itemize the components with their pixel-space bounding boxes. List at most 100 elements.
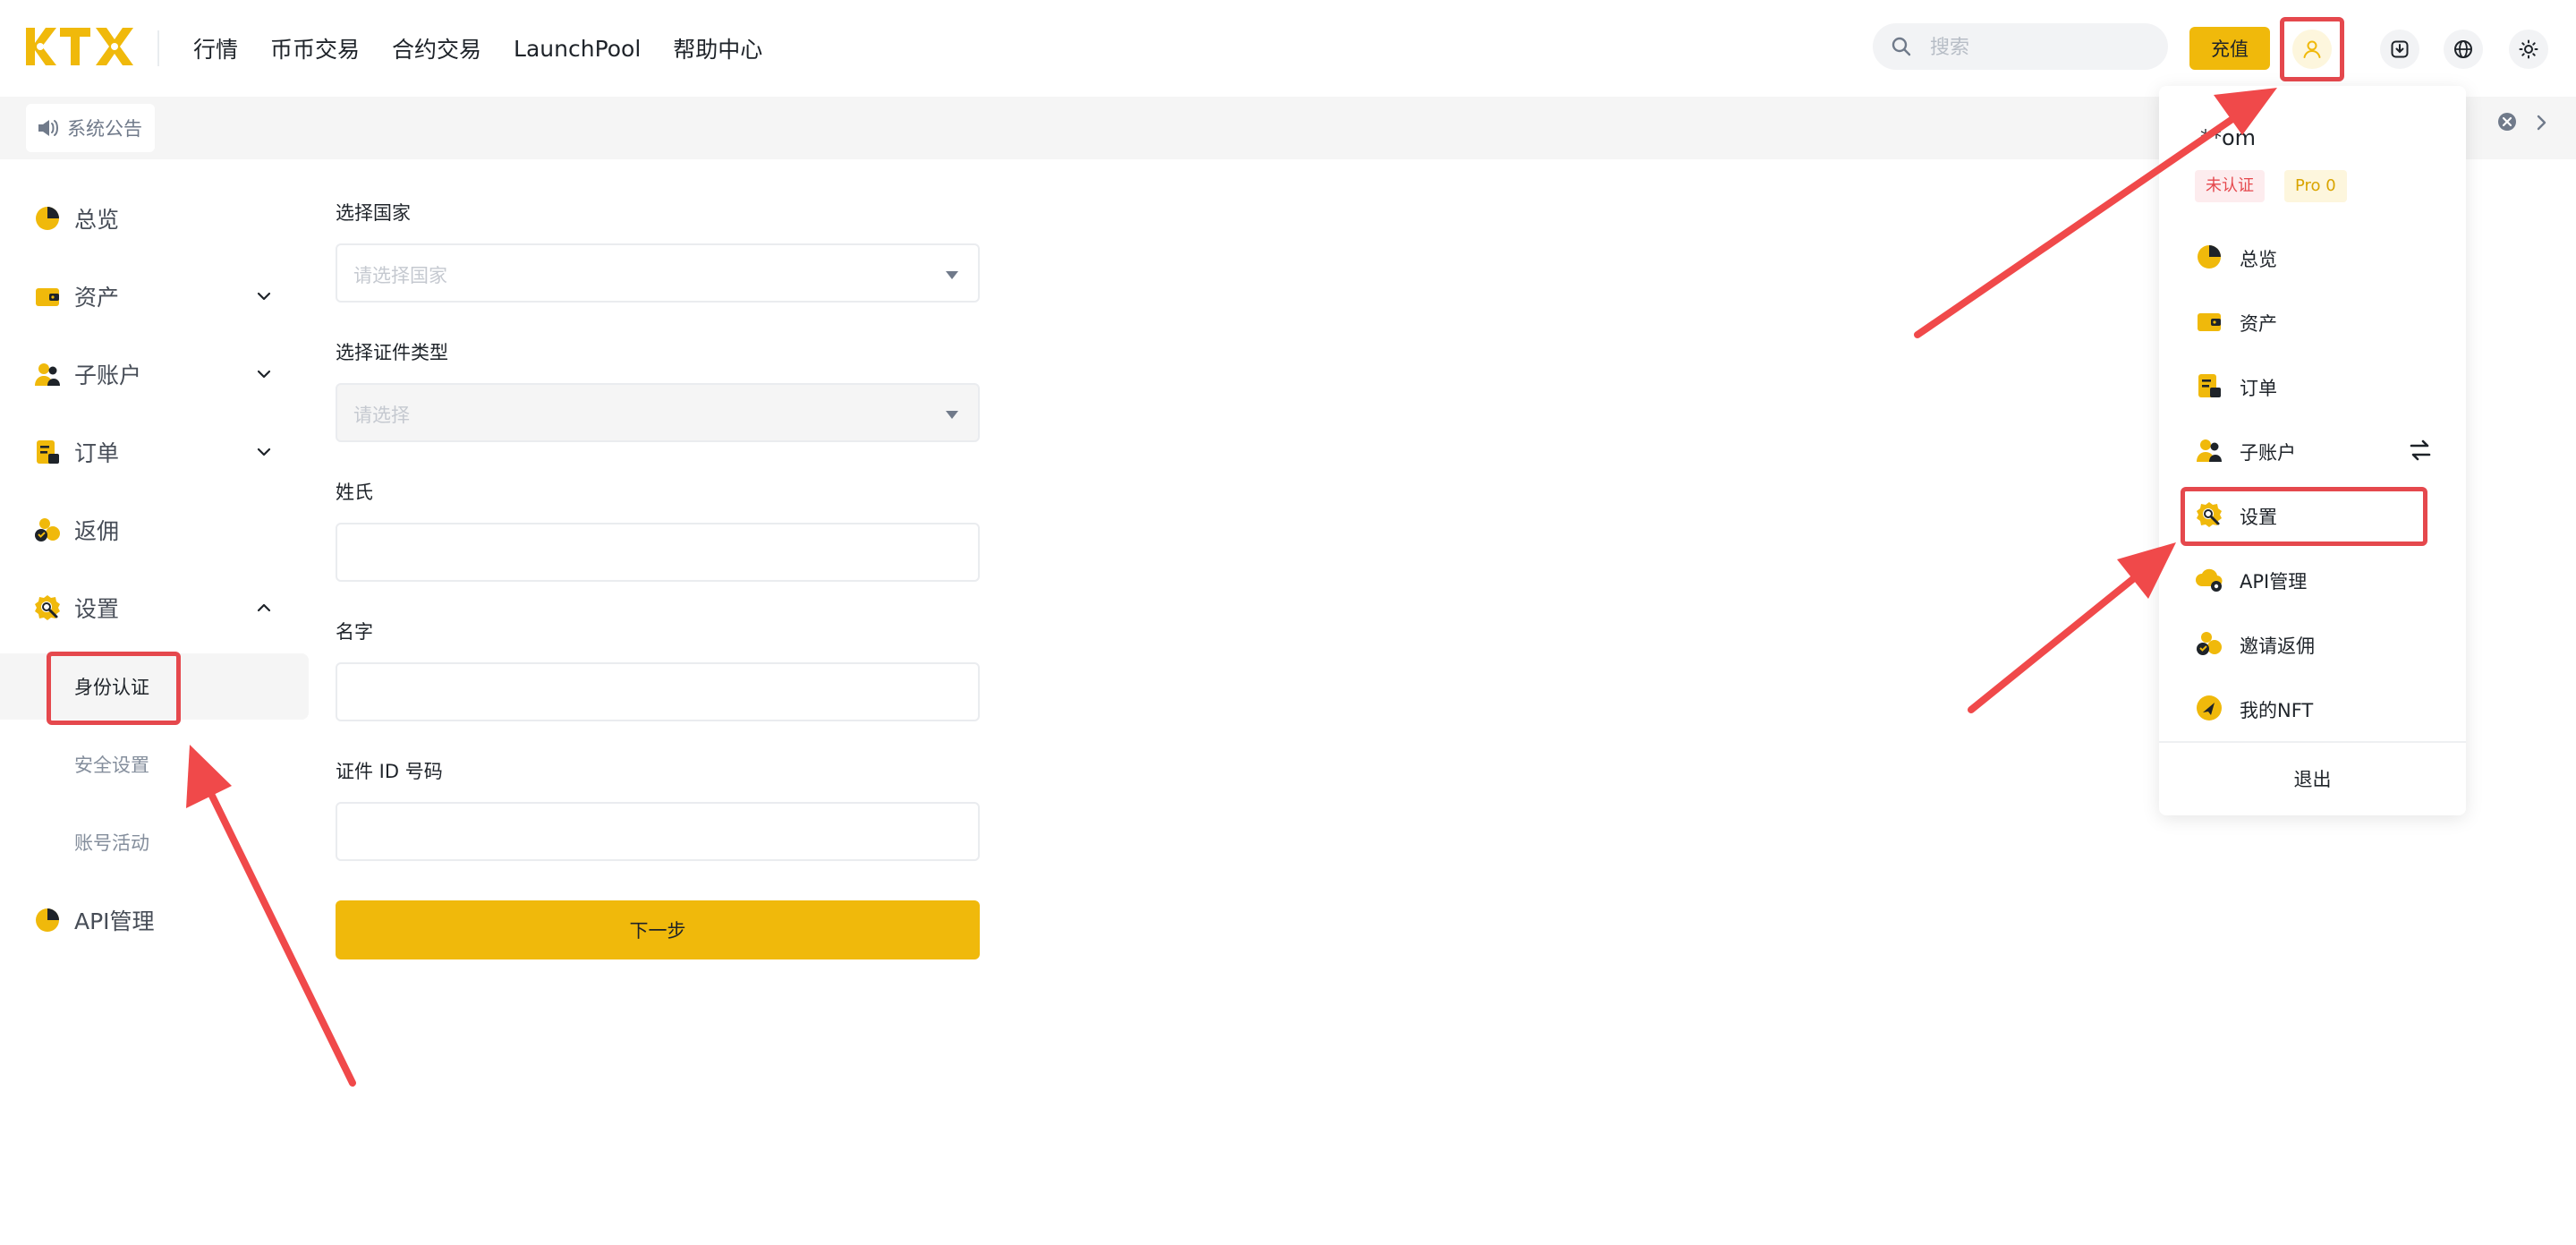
- sidebar-item-label: 返佣: [74, 518, 120, 544]
- sidebar-subitem-account-activity[interactable]: 账号活动: [0, 809, 309, 875]
- dropdown-item-assets[interactable]: 资产: [2159, 293, 2466, 350]
- sidebar-subitem-security-settings[interactable]: 安全设置: [0, 731, 309, 797]
- sidebar-item-overview[interactable]: 总览: [0, 183, 309, 254]
- nav-market[interactable]: 行情: [193, 32, 238, 64]
- caret-down-icon: [946, 411, 958, 419]
- announcement-chip[interactable]: 系统公告: [26, 104, 155, 152]
- user-icon: [2303, 40, 2321, 58]
- given-name-input[interactable]: [337, 664, 978, 720]
- country-placeholder: 请选择国家: [353, 265, 447, 286]
- dropdown-item-sub-accounts[interactable]: 子账户: [2159, 422, 2466, 479]
- sidebar-item-rebate[interactable]: 返佣: [0, 494, 309, 566]
- language-button[interactable]: [2444, 30, 2483, 69]
- dropdown-item-overview[interactable]: 总览: [2159, 228, 2466, 286]
- close-icon[interactable]: [2496, 111, 2518, 132]
- swap-arrows-icon[interactable]: [2408, 438, 2433, 463]
- sidebar-item-label: 子账户: [74, 362, 142, 388]
- document-type-label: 选择证件类型: [336, 342, 448, 363]
- theme-toggle-button[interactable]: [2509, 30, 2548, 69]
- rebate-icon: [2197, 632, 2222, 655]
- chevron-down-icon: [257, 292, 271, 301]
- id-number-label: 证件 ID 号码: [336, 761, 443, 782]
- sidebar-item-api-management[interactable]: API管理: [0, 884, 309, 956]
- globe-icon: [2454, 40, 2472, 58]
- sidebar-subitem-label: 安全设置: [74, 755, 149, 776]
- chevron-down-icon: [257, 448, 271, 456]
- main-nav: 行情 币币交易 合约交易 LaunchPool 帮助中心: [193, 0, 762, 97]
- search-box[interactable]: [1873, 23, 2168, 72]
- given-name-field[interactable]: [336, 662, 980, 721]
- id-number-field[interactable]: [336, 802, 980, 861]
- search-icon: [1892, 37, 1911, 56]
- download-icon: [2391, 40, 2409, 58]
- sun-icon: [2519, 39, 2538, 59]
- header-divider: [157, 30, 159, 66]
- chevron-up-icon: [257, 603, 271, 612]
- rebate-icon: [35, 518, 60, 541]
- user-dropdown-menu: **om 未认证 Pro 0 总览 资产 订单 子账户 设置 API管理 邀请返…: [2159, 86, 2466, 815]
- top-header: 行情 币币交易 合约交易 LaunchPool 帮助中心 充值: [0, 0, 2576, 97]
- dropdown-item-label: 子账户: [2240, 442, 2296, 464]
- pie-chart-icon: [2198, 245, 2221, 269]
- dropdown-divider: [2159, 741, 2466, 743]
- sidebar-item-assets[interactable]: 资产: [0, 260, 309, 332]
- recharge-button[interactable]: 充值: [2189, 27, 2270, 70]
- document-type-placeholder: 请选择: [353, 405, 410, 426]
- surname-input[interactable]: [337, 524, 978, 580]
- country-label: 选择国家: [336, 202, 411, 224]
- dropdown-item-label: 我的NFT: [2240, 700, 2314, 721]
- dropdown-item-api-management[interactable]: API管理: [2159, 550, 2466, 608]
- speaker-icon: [38, 120, 58, 136]
- caret-down-icon: [946, 271, 958, 279]
- download-app-button[interactable]: [2380, 30, 2419, 69]
- search-input[interactable]: [1928, 23, 2155, 72]
- announcement-label: 系统公告: [67, 118, 142, 140]
- country-select[interactable]: 请选择国家: [336, 243, 980, 303]
- wallet-icon: [36, 288, 59, 306]
- sidebar-item-label: API管理: [74, 908, 155, 934]
- api-icon: [36, 908, 59, 932]
- next-step-button[interactable]: 下一步: [336, 900, 980, 959]
- dropdown-username: **om: [2200, 125, 2257, 150]
- wallet-icon: [2198, 313, 2221, 331]
- settings-icon: [2197, 502, 2222, 527]
- sidebar-subitem-identity-verification[interactable]: 身份认证: [0, 653, 309, 720]
- unverified-badge[interactable]: 未认证: [2195, 170, 2265, 202]
- nft-icon: [2197, 695, 2222, 721]
- dropdown-item-my-nft[interactable]: 我的NFT: [2159, 679, 2466, 737]
- sidebar-item-settings[interactable]: 设置: [0, 572, 309, 644]
- surname-label: 姓氏: [336, 482, 373, 503]
- dropdown-item-orders[interactable]: 订单: [2159, 357, 2466, 414]
- sidebar-item-label: 订单: [74, 440, 120, 466]
- arrow-to-settings-item: [1968, 542, 2176, 713]
- pro-level-badge[interactable]: Pro 0: [2284, 170, 2347, 202]
- document-type-select[interactable]: 请选择: [336, 383, 980, 442]
- logout-button[interactable]: 退出: [2159, 755, 2466, 804]
- pie-chart-icon: [36, 207, 59, 230]
- sub-account-icon: [35, 363, 60, 386]
- chevron-down-icon: [257, 370, 271, 379]
- nav-futures-trading[interactable]: 合约交易: [392, 32, 481, 64]
- dropdown-item-label: API管理: [2240, 571, 2308, 593]
- chevron-right-icon[interactable]: [2532, 113, 2550, 132]
- sidebar-item-label: 总览: [74, 207, 120, 233]
- nav-spot-trading[interactable]: 币币交易: [270, 32, 360, 64]
- dropdown-item-label: 邀请返佣: [2240, 635, 2315, 657]
- dropdown-item-label: 设置: [2240, 507, 2277, 528]
- settings-icon: [35, 595, 60, 620]
- user-menu-button[interactable]: [2292, 30, 2332, 69]
- surname-field[interactable]: [336, 523, 980, 582]
- dropdown-item-settings[interactable]: 设置: [2159, 486, 2466, 543]
- sidebar-subitem-label: 账号活动: [74, 832, 149, 854]
- dropdown-item-label: 总览: [2240, 249, 2277, 270]
- sidebar-subitem-label: 身份认证: [74, 677, 149, 698]
- ktx-logo[interactable]: [26, 28, 133, 65]
- nav-launchpool[interactable]: LaunchPool: [514, 36, 641, 62]
- dropdown-item-invite-rebate[interactable]: 邀请返佣: [2159, 615, 2466, 672]
- dropdown-item-label: 资产: [2240, 313, 2277, 335]
- nav-help-center[interactable]: 帮助中心: [673, 32, 762, 64]
- sub-account-icon: [2197, 439, 2222, 462]
- sidebar-item-orders[interactable]: 订单: [0, 416, 309, 488]
- id-number-input[interactable]: [337, 804, 978, 859]
- sidebar-item-sub-accounts[interactable]: 子账户: [0, 338, 309, 410]
